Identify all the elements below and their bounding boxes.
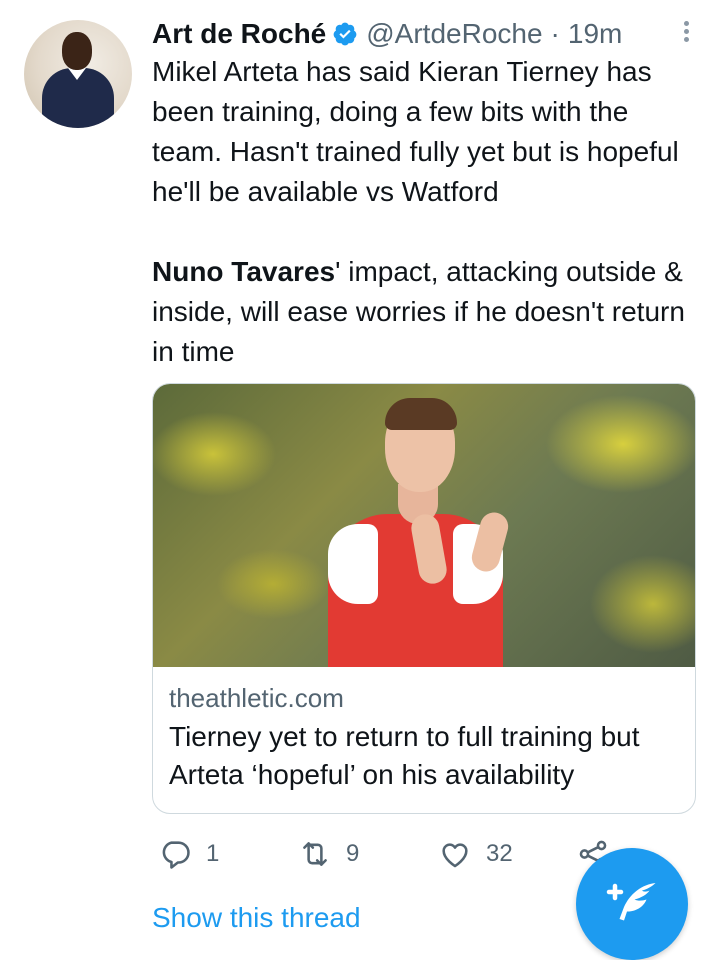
avatar[interactable] [24, 20, 132, 128]
link-card[interactable]: theathletic.com Tierney yet to return to… [152, 383, 696, 814]
compose-tweet-button[interactable] [576, 848, 688, 960]
compose-feather-icon [606, 883, 656, 921]
retweet-button[interactable]: 9 [298, 832, 359, 876]
player-sleeve-left [328, 524, 378, 604]
more-dot [683, 37, 689, 42]
like-button[interactable]: 32 [438, 832, 513, 876]
more-options-icon[interactable] [682, 18, 690, 48]
player-hair [385, 398, 457, 430]
card-image [153, 384, 695, 667]
more-dot [683, 29, 689, 34]
author-handle[interactable]: @ArtdeRoche [366, 18, 542, 50]
like-count: 32 [486, 840, 513, 867]
tweet-paragraph-1: Mikel Arteta has said Kieran Tierney has… [152, 56, 679, 207]
card-domain: theathletic.com [169, 683, 344, 713]
tweet-paragraph-2: Nuno Tavares' impact, attacking outside … [152, 252, 702, 372]
tweet-time[interactable]: 19m [568, 18, 622, 50]
reply-button[interactable]: 1 [158, 832, 219, 876]
reply-icon [162, 841, 190, 869]
more-dot [683, 21, 689, 26]
verified-badge-icon [333, 22, 357, 46]
separator-dot: · [550, 18, 560, 49]
card-title: Tierney yet to return to full training b… [169, 721, 640, 790]
player-hand-right [468, 509, 512, 575]
card-body: theathletic.com Tierney yet to return to… [169, 680, 683, 794]
tweet-actions: 1 9 32 [152, 832, 622, 876]
tweet-text: Mikel Arteta has said Kieran Tierney has… [152, 52, 702, 372]
retweet-count: 9 [346, 840, 360, 867]
tweet-header: Art de Roché @ArtdeRoche · 19m [152, 14, 622, 54]
mention-nuno-tavares: Nuno Tavares [152, 256, 336, 287]
retweet-icon [303, 842, 327, 866]
like-icon [442, 843, 468, 868]
avatar-head [62, 32, 92, 70]
show-thread-link[interactable]: Show this thread [152, 902, 361, 934]
reply-count: 1 [206, 840, 220, 867]
author-name[interactable]: Art de Roché [152, 18, 326, 50]
